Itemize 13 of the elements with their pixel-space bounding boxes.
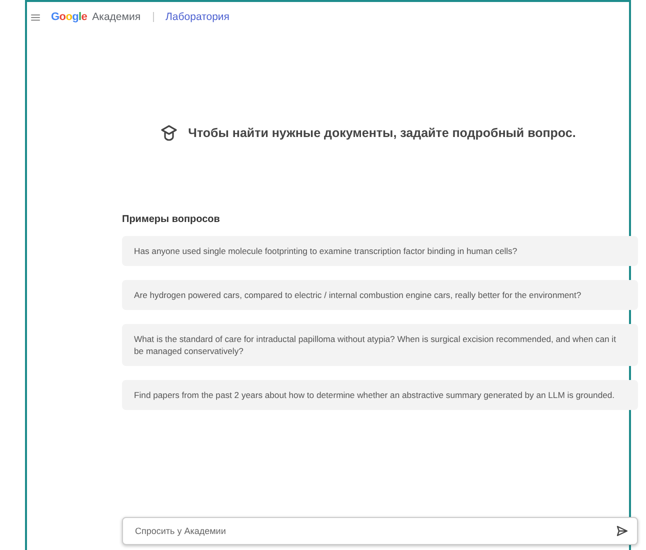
example-question[interactable]: Are hydrogen powered cars, compared to electric / internal combustion engine cars, really better for the environment? xyxy=(122,280,638,310)
example-question[interactable]: What is the standard of care for intraductal papilloma without atypia? When is surgical excision recommended, and when can it be managed conservatively? xyxy=(122,324,638,366)
menu-icon[interactable] xyxy=(31,14,40,20)
example-question[interactable]: Has anyone used single molecule footprinting to examine transcription factor binding in human cells? xyxy=(122,236,638,266)
logo: Google xyxy=(51,11,88,23)
graduation-cap-icon xyxy=(160,124,178,142)
section-title: Лаборатория xyxy=(166,11,230,23)
examples-heading: Примеры вопросов xyxy=(122,214,221,225)
product-name: Академия xyxy=(92,11,141,23)
send-icon[interactable] xyxy=(616,525,628,537)
search-field[interactable]: Спросить у Академии xyxy=(122,517,638,545)
prompt-text: Чтобы найти нужные документы, задайте подробный вопрос. xyxy=(188,126,576,140)
example-question[interactable]: Find papers from the past 2 years about how to determine whether an abstractive summary generated by an LLM is grounded. xyxy=(122,380,638,410)
